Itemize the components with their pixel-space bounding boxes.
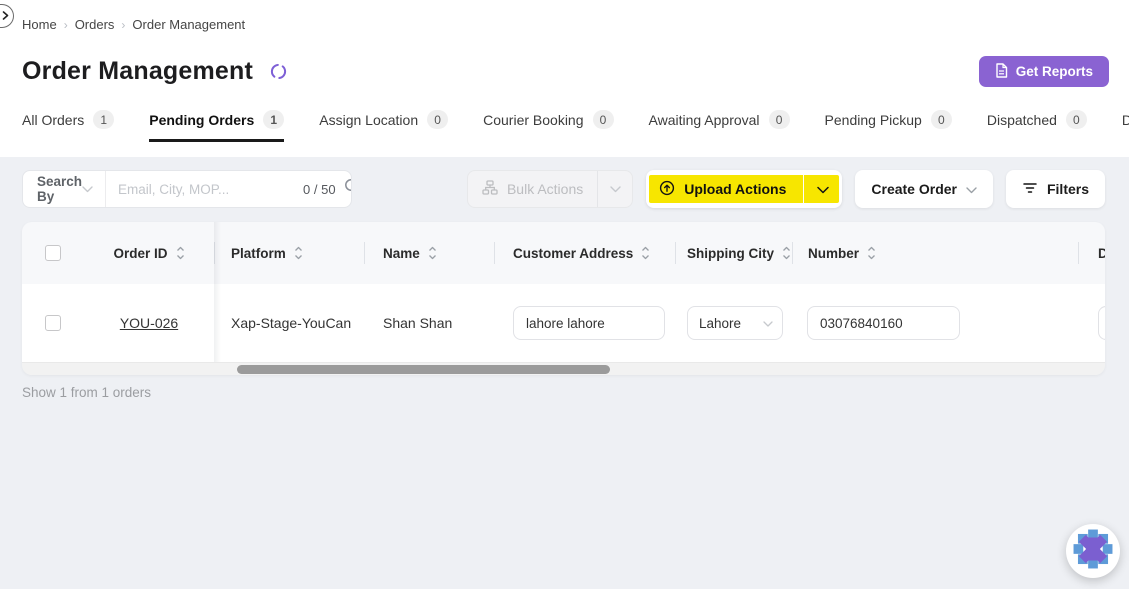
header-cell-order-id[interactable]: Order ID [84, 222, 214, 284]
sort-icon[interactable] [641, 246, 650, 260]
search-input[interactable] [118, 182, 295, 197]
sitemap-icon [482, 180, 498, 198]
create-order-label: Create Order [871, 181, 957, 197]
chevron-down-icon[interactable] [817, 181, 829, 197]
header-cell-clipped[interactable]: D [1078, 222, 1105, 284]
chevron-right-icon [4, 7, 9, 25]
tab-pending-pickup[interactable]: Pending Pickup 0 [825, 110, 952, 142]
tab-all-orders[interactable]: All Orders 1 [22, 110, 114, 142]
shipping-city-value: Lahore [699, 316, 741, 331]
header-cell-select [22, 222, 84, 284]
row-checkbox[interactable] [45, 315, 61, 331]
filters-button[interactable]: Filters [1006, 170, 1105, 208]
bulk-actions-caret[interactable] [598, 171, 632, 207]
search-char-counter: 0 / 50 [303, 182, 336, 197]
bulk-actions-label: Bulk Actions [507, 181, 583, 197]
sort-icon[interactable] [782, 246, 791, 260]
header-cell-platform[interactable]: Platform [214, 222, 364, 284]
sort-icon[interactable] [294, 246, 303, 260]
search-group: Search By 0 / 50 [22, 170, 352, 208]
breadcrumb-separator: › [64, 18, 68, 32]
tab-count-badge: 1 [263, 110, 284, 129]
shipping-city-select[interactable]: Lahore [687, 306, 783, 340]
breadcrumb-orders[interactable]: Orders [75, 17, 115, 32]
upload-actions-highlight: Upload Actions [649, 175, 839, 203]
tab-count-badge: 0 [931, 110, 952, 129]
page-title: Order Management [22, 57, 253, 86]
name-value: Shan Shan [383, 315, 452, 331]
header-cell-customer-address[interactable]: Customer Address [494, 222, 675, 284]
asterisk-icon [1070, 526, 1116, 577]
sort-icon[interactable] [867, 246, 876, 260]
orders-table: Order ID Platform Name Customer Address … [22, 222, 1105, 375]
tab-count-badge: 1 [93, 110, 114, 129]
search-by-label: Search By [37, 174, 82, 204]
horizontal-scrollbar[interactable] [22, 362, 1105, 375]
table-row: YOU-026 Xap-Stage-YouCan Shan Shan Lahor… [22, 284, 1105, 362]
bulk-actions-button: Bulk Actions [467, 170, 633, 208]
toolbar: Search By 0 / 50 Bulk Actions [22, 170, 1105, 208]
tab-assign-location[interactable]: Assign Location 0 [319, 110, 448, 142]
toolbar-actions: Bulk Actions Upload Actions [467, 170, 1105, 208]
customer-address-input[interactable] [513, 306, 665, 340]
title-row: Order Management Get Reports [22, 56, 1129, 87]
content-area: Search By 0 / 50 Bulk Actions [0, 157, 1129, 589]
assistant-widget-button[interactable] [1066, 524, 1120, 578]
breadcrumb: Home › Orders › Order Management [22, 0, 1129, 32]
tab-delivered[interactable]: Delivered 0 [1122, 110, 1129, 142]
tab-count-badge: 0 [427, 110, 448, 129]
chevron-down-icon [763, 314, 773, 332]
tab-count-badge: 0 [769, 110, 790, 129]
upload-icon [659, 180, 675, 199]
tab-courier-booking[interactable]: Courier Booking 0 [483, 110, 613, 142]
chevron-down-icon [82, 180, 93, 198]
get-reports-button[interactable]: Get Reports [979, 56, 1109, 87]
sort-icon[interactable] [428, 246, 437, 260]
sort-icon[interactable] [176, 246, 185, 260]
report-document-icon [995, 63, 1008, 81]
results-summary: Show 1 from 1 orders [22, 385, 1105, 400]
order-id-link[interactable]: YOU-026 [120, 315, 178, 331]
header-cell-name[interactable]: Name [364, 222, 494, 284]
phone-number-input[interactable] [807, 306, 960, 340]
select-all-checkbox[interactable] [45, 245, 61, 261]
filters-label: Filters [1047, 181, 1089, 197]
table-header-row: Order ID Platform Name Customer Address … [22, 222, 1105, 284]
bulk-actions-main[interactable]: Bulk Actions [468, 171, 597, 207]
refresh-icon[interactable] [269, 62, 288, 81]
upload-actions-button[interactable]: Upload Actions [646, 170, 842, 208]
create-order-button[interactable]: Create Order [855, 170, 993, 208]
tab-pending-orders[interactable]: Pending Orders 1 [149, 110, 284, 142]
breadcrumb-separator: › [121, 18, 125, 32]
search-by-dropdown[interactable]: Search By [23, 171, 106, 207]
clipped-input[interactable] [1098, 306, 1105, 340]
tab-count-badge: 0 [1066, 110, 1087, 129]
search-field: 0 / 50 [106, 178, 352, 200]
top-section: Home › Orders › Order Management Order M… [0, 0, 1129, 157]
tab-awaiting-approval[interactable]: Awaiting Approval 0 [649, 110, 790, 142]
status-tabs: All Orders 1 Pending Orders 1 Assign Loc… [22, 110, 1129, 148]
filter-icon [1022, 181, 1038, 198]
tab-count-badge: 0 [593, 110, 614, 129]
header-cell-shipping-city[interactable]: Shipping City [675, 222, 792, 284]
chevron-down-icon [966, 181, 977, 197]
divider [803, 175, 804, 203]
sidebar-expand-toggle[interactable] [0, 4, 14, 28]
search-icon[interactable] [344, 178, 352, 200]
scrollbar-thumb[interactable] [237, 365, 610, 374]
get-reports-label: Get Reports [1016, 64, 1093, 79]
upload-actions-label: Upload Actions [684, 181, 786, 197]
breadcrumb-order-management[interactable]: Order Management [132, 17, 245, 32]
breadcrumb-home[interactable]: Home [22, 17, 57, 32]
tab-dispatched[interactable]: Dispatched 0 [987, 110, 1087, 142]
header-cell-number[interactable]: Number [792, 222, 1078, 284]
platform-value: Xap-Stage-YouCan [231, 315, 351, 331]
